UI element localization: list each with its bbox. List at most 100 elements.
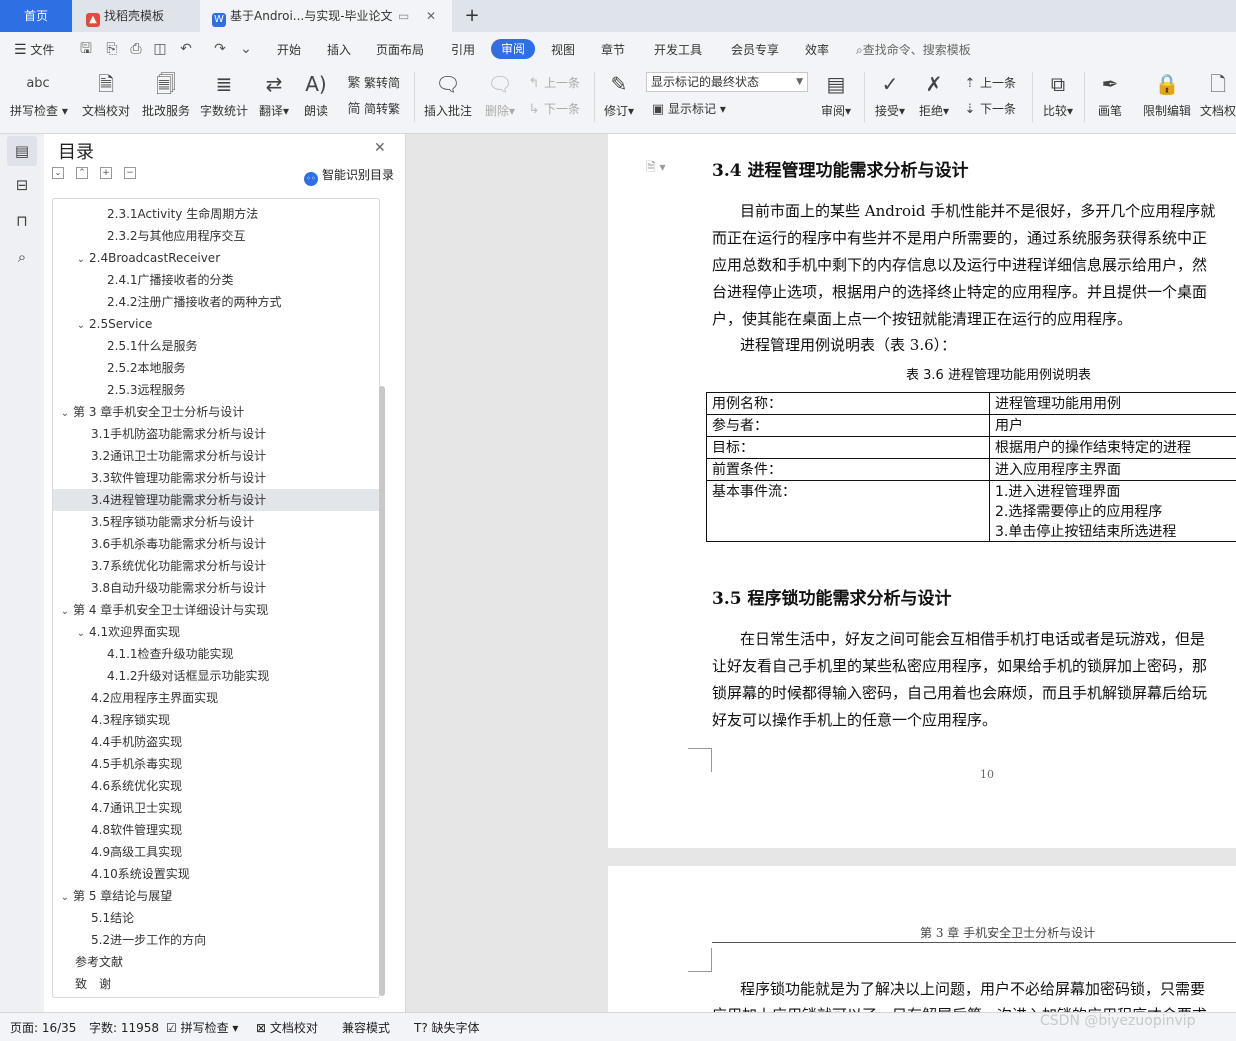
toc-item[interactable]: 4.5手机杀毒实现 <box>53 753 379 775</box>
plus-icon[interactable]: + <box>460 0 484 32</box>
next-change-button[interactable]: ⇣ 下一条 <box>962 100 1016 118</box>
review-pane-button[interactable]: ▤ 审阅▾ <box>816 70 856 128</box>
missing-font-status[interactable]: T? 缺失字体 <box>414 1019 480 1037</box>
menu-member[interactable]: 会员专享 <box>731 40 779 60</box>
toc-item[interactable]: 3.3软件管理功能需求分析与设计 <box>53 467 379 489</box>
bookmark-icon[interactable]: ⊓ <box>7 206 37 236</box>
menu-view[interactable]: 视图 <box>551 40 575 60</box>
toc-item[interactable]: 4.3程序锁实现 <box>53 709 379 731</box>
chevron-down-icon[interactable]: ⌄ <box>75 315 87 337</box>
menu-page-layout[interactable]: 页面布局 <box>376 40 424 60</box>
toc-item[interactable]: ⌄ 2.5Service <box>53 313 379 337</box>
tab-pin-icon[interactable]: ▭ <box>398 0 409 32</box>
chevron-down-icon[interactable]: ⌄ <box>59 601 71 623</box>
chevron-down-icon[interactable]: ⌄ <box>75 623 87 645</box>
redo-icon[interactable]: ↷ <box>212 41 228 57</box>
expand-all-icon[interactable]: ⌄ <box>52 167 64 179</box>
toc-item[interactable]: 3.2通讯卫士功能需求分析与设计 <box>53 445 379 467</box>
insert-comment-button[interactable]: 🗨 插入批注 <box>422 70 474 128</box>
toc-item[interactable]: 4.10系统设置实现 <box>53 863 379 885</box>
to-traditional-button[interactable]: 简简转繁 <box>346 100 400 118</box>
doc-proof-button[interactable]: 🗎 文档校对 <box>80 70 132 128</box>
prev-comment-button[interactable]: ↰ 上一条 <box>526 74 580 92</box>
file-menu[interactable]: ☰ 文件 <box>14 40 54 60</box>
accept-button[interactable]: ✓ 接受▾ <box>870 70 910 128</box>
toc-scrollbar[interactable] <box>379 386 385 996</box>
toc-panel-icon[interactable]: ▤ <box>7 136 37 166</box>
toc-item[interactable]: 4.9高级工具实现 <box>53 841 379 863</box>
spellcheck-button[interactable]: abc 拼写检查 ▾ <box>10 70 68 128</box>
export-pdf-icon[interactable]: ⎘ <box>104 41 120 57</box>
toc-item[interactable]: 4.1.1检查升级功能实现 <box>53 643 379 665</box>
print-icon[interactable]: ⎙ <box>128 41 144 57</box>
smart-toc-button[interactable]: ◦◦ 智能识别目录 <box>304 166 394 186</box>
toc-item[interactable]: 3.4进程管理功能需求分析与设计 <box>53 489 379 511</box>
doc-proof-status[interactable]: ⊠ 文档校对 <box>256 1019 318 1037</box>
collapse-all-icon[interactable]: ⌃ <box>76 167 88 179</box>
toc-item[interactable]: 4.2应用程序主界面实现 <box>53 687 379 709</box>
pen-button[interactable]: ✒ 画笔 <box>1090 70 1130 128</box>
page-indicator[interactable]: 页面: 16/35 <box>10 1019 76 1037</box>
toc-item[interactable]: 5.2进一步工作的方向 <box>53 929 379 951</box>
menu-insert[interactable]: 插入 <box>327 40 351 60</box>
chevron-down-icon[interactable]: ⌄ <box>59 887 71 909</box>
add-heading-icon[interactable]: + <box>100 167 112 179</box>
show-markup-button[interactable]: ▣ 显示标记 ▾ <box>650 100 726 118</box>
toc-item[interactable]: 2.5.3远程服务 <box>53 379 379 401</box>
undo-icon[interactable]: ↶ <box>178 41 194 57</box>
chevron-down-icon[interactable]: ⌄ <box>59 403 71 425</box>
toc-item[interactable]: 参考文献 <box>53 951 379 973</box>
toc-item[interactable]: 3.8自动升级功能需求分析与设计 <box>53 577 379 599</box>
menu-efficiency[interactable]: 效率 <box>805 40 829 60</box>
close-icon[interactable]: ✕ <box>374 140 386 156</box>
tab-document[interactable]: W 基于Androi...与实现-毕业论文 ▭ ✕ <box>200 0 452 32</box>
doc-rights-button[interactable]: 🗋 文档权 <box>1200 70 1236 128</box>
to-simplified-button[interactable]: 繁繁转简 <box>346 74 400 92</box>
menu-chapter[interactable]: 章节 <box>601 40 625 60</box>
prev-change-button[interactable]: ⇡ 上一条 <box>962 74 1016 92</box>
next-comment-button[interactable]: ↳ 下一条 <box>526 100 580 118</box>
toc-item[interactable]: ⌄ 第 5 章结论与展望 <box>53 885 379 909</box>
batch-service-button[interactable]: 🗐 批改服务 <box>140 70 192 128</box>
compare-button[interactable]: ⧉ 比较▾ <box>1038 70 1078 128</box>
word-count-indicator[interactable]: 字数: 11958 <box>89 1019 159 1037</box>
tab-home[interactable]: 首页 <box>0 0 72 32</box>
print-preview-icon[interactable]: ◫ <box>152 41 168 57</box>
word-count-button[interactable]: ≣ 字数统计 <box>198 70 250 128</box>
toc-item[interactable]: 3.6手机杀毒功能需求分析与设计 <box>53 533 379 555</box>
menu-review[interactable]: 审阅 <box>491 39 536 59</box>
delete-comment-button[interactable]: 🗨 删除▾ <box>480 70 520 128</box>
menu-references[interactable]: 引用 <box>451 40 475 60</box>
track-changes-button[interactable]: ✎ 修订▾ <box>600 70 638 128</box>
toc-item[interactable]: 3.7系统优化功能需求分析与设计 <box>53 555 379 577</box>
toc-item[interactable]: ⌄ 第 4 章手机安全卫士详细设计与实现 <box>53 599 379 623</box>
translate-button[interactable]: ⇄ 翻译▾ <box>256 70 292 128</box>
toc-item[interactable]: 2.5.2本地服务 <box>53 357 379 379</box>
toc-item[interactable]: 2.3.2与其他应用程序交互 <box>53 225 379 247</box>
remove-heading-icon[interactable]: − <box>124 167 136 179</box>
toc-item[interactable]: 4.7通讯卫士实现 <box>53 797 379 819</box>
tab-close-icon[interactable]: ✕ <box>426 0 436 32</box>
toc-item[interactable]: 5.1结论 <box>53 907 379 929</box>
toc-item[interactable]: 3.1手机防盗功能需求分析与设计 <box>53 423 379 445</box>
toc-item[interactable]: 4.1.2升级对话框显示功能实现 <box>53 665 379 687</box>
toc-item[interactable]: 2.3.1Activity 生命周期方法 <box>53 203 379 225</box>
toc-item[interactable]: 2.4.2注册广播接收者的两种方式 <box>53 291 379 313</box>
paragraph-menu-icon[interactable]: 🗎 ▾ <box>646 158 666 179</box>
restrict-edit-button[interactable]: 🔒 限制编辑 <box>1140 70 1194 128</box>
markup-state-select[interactable]: 显示标记的最终状态 ▼ <box>646 72 808 92</box>
toc-item[interactable]: 4.8软件管理实现 <box>53 819 379 841</box>
save-icon[interactable]: 🖫 <box>78 41 94 57</box>
toc-item[interactable]: 3.5程序锁功能需求分析与设计 <box>53 511 379 533</box>
toc-item[interactable]: 2.5.1什么是服务 <box>53 335 379 357</box>
menu-developer[interactable]: 开发工具 <box>654 40 702 60</box>
more-dropdown-icon[interactable]: ⌄ <box>238 41 254 57</box>
chevron-down-icon[interactable]: ⌄ <box>75 249 87 271</box>
toc-item[interactable]: 2.4.1广播接收者的分类 <box>53 269 379 291</box>
toc-item[interactable]: ⌄ 4.1欢迎界面实现 <box>53 621 379 645</box>
toc-item[interactable]: ⌄ 2.4BroadcastReceiver <box>53 247 379 271</box>
toc-item[interactable]: 4.6系统优化实现 <box>53 775 379 797</box>
read-aloud-button[interactable]: A) 朗读 <box>300 70 332 128</box>
chapter-nav-icon[interactable]: ⊟ <box>7 170 37 200</box>
toc-item[interactable]: ⌄ 第 3 章手机安全卫士分析与设计 <box>53 401 379 425</box>
